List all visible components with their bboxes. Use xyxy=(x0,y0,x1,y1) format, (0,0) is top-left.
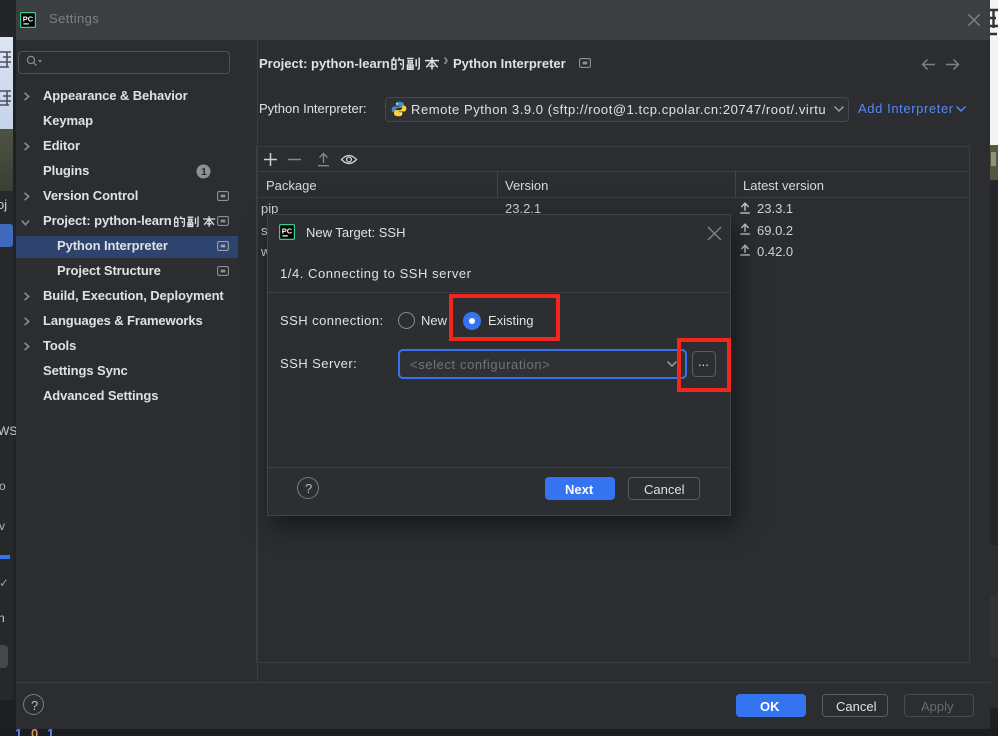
svg-text:PC: PC xyxy=(282,227,293,236)
svg-text:PC: PC xyxy=(23,15,34,24)
svg-text:1: 1 xyxy=(201,166,207,178)
